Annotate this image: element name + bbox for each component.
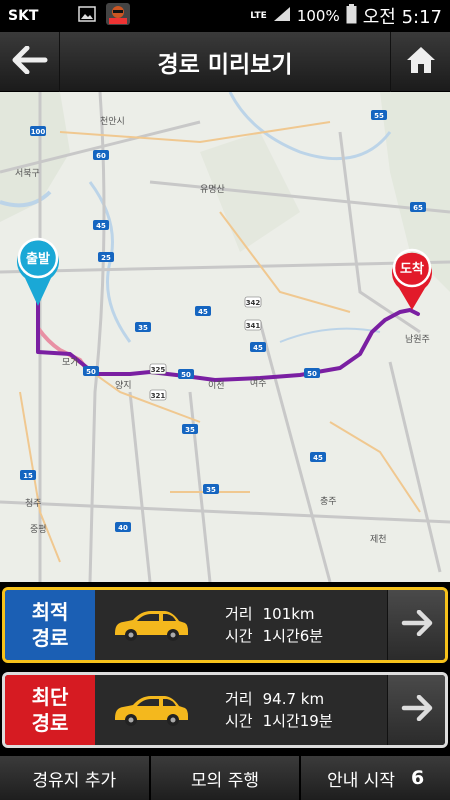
- svg-text:남원주: 남원주: [405, 334, 430, 345]
- distance-label: 거리: [225, 690, 253, 708]
- distance-label: 거리: [225, 605, 253, 623]
- svg-text:유명산: 유명산: [200, 184, 225, 195]
- end-pin-label: 도착: [400, 261, 424, 277]
- svg-text:청주: 청주: [25, 498, 42, 509]
- route-info: 거리 101km 시간 1시간6분: [205, 590, 387, 660]
- svg-text:제천: 제천: [370, 534, 387, 545]
- svg-text:중평: 중평: [30, 524, 47, 535]
- car-icon: [95, 590, 205, 660]
- time-value: 1시간19분: [262, 712, 333, 730]
- signal-icon: [273, 6, 291, 26]
- map-canvas: 100 60 45 45 35 55 50 50 35 35 45 40 15 …: [0, 92, 450, 582]
- svg-text:45: 45: [198, 308, 208, 316]
- svg-text:양지: 양지: [115, 380, 132, 391]
- svg-text:15: 15: [23, 472, 33, 480]
- avatar-icon: [106, 3, 131, 29]
- home-button[interactable]: [390, 31, 450, 92]
- svg-text:342: 342: [246, 299, 261, 307]
- svg-text:341: 341: [246, 322, 261, 330]
- battery-percent: 100%: [296, 7, 340, 25]
- gallery-icon: [78, 6, 97, 26]
- status-bar: SKT LTE 100% 오전 5:17: [0, 0, 450, 32]
- svg-text:325: 325: [151, 366, 166, 374]
- svg-text:45: 45: [313, 454, 323, 462]
- route-go-button-shortest[interactable]: [387, 675, 445, 745]
- arrow-right-icon: [401, 609, 433, 640]
- route-tag-line1: 최적: [31, 600, 69, 624]
- svg-text:100: 100: [31, 128, 46, 136]
- svg-text:45: 45: [96, 222, 106, 230]
- svg-text:충주: 충주: [320, 496, 337, 507]
- route-tag-shortest: 최단 경로: [5, 675, 95, 745]
- page-title: 경로 미리보기: [157, 51, 293, 78]
- svg-text:35: 35: [185, 426, 195, 434]
- title-bar: 경로 미리보기: [0, 31, 450, 92]
- route-tag-line1: 최단: [31, 685, 69, 709]
- battery-icon: [346, 4, 357, 28]
- svg-text:50: 50: [86, 368, 96, 376]
- carrier-label: SKT: [8, 8, 39, 24]
- start-guidance-button[interactable]: 안내 시작 6: [301, 756, 450, 800]
- start-pin-label: 출발: [26, 251, 50, 267]
- svg-text:321: 321: [151, 392, 166, 400]
- countdown-value: 6: [411, 767, 425, 789]
- svg-text:천안시: 천안시: [100, 116, 125, 127]
- simulate-drive-button[interactable]: 모의 주행: [150, 756, 300, 800]
- route-tag-optimal: 최적 경로: [5, 590, 95, 660]
- distance-value: 101km: [262, 605, 315, 623]
- time-label: 시간: [225, 627, 253, 645]
- add-waypoint-button[interactable]: 경유지 추가: [0, 756, 149, 800]
- svg-text:이천: 이천: [208, 380, 225, 391]
- bottom-action-bar: 경유지 추가 모의 주행 안내 시작 6: [0, 756, 450, 800]
- distance-value: 94.7 km: [262, 690, 325, 708]
- home-icon: [405, 45, 437, 79]
- route-tag-line2: 경로: [31, 711, 69, 735]
- svg-text:45: 45: [253, 344, 263, 352]
- arrow-left-icon: [12, 45, 48, 78]
- start-guidance-label: 안내 시작: [327, 770, 396, 791]
- route-tag-line2: 경로: [31, 626, 69, 650]
- svg-text:55: 55: [374, 112, 384, 120]
- route-info: 거리 94.7 km 시간 1시간19분: [205, 675, 387, 745]
- svg-text:여주: 여주: [250, 377, 267, 389]
- svg-text:25: 25: [101, 254, 111, 262]
- svg-text:50: 50: [307, 370, 317, 378]
- network-type: LTE: [250, 10, 267, 21]
- svg-text:40: 40: [118, 524, 128, 532]
- route-map[interactable]: 100 60 45 45 35 55 50 50 35 35 45 40 15 …: [0, 92, 450, 582]
- route-option-shortest[interactable]: 최단 경로 거리 94.7 km 시간 1시간19분: [2, 672, 448, 748]
- svg-text:60: 60: [96, 152, 106, 160]
- svg-text:35: 35: [138, 324, 148, 332]
- svg-text:모가: 모가: [62, 357, 79, 368]
- svg-text:35: 35: [206, 486, 216, 494]
- route-option-optimal[interactable]: 최적 경로 거리 101km 시간 1시간6분: [2, 587, 448, 663]
- svg-text:50: 50: [181, 371, 191, 379]
- svg-text:서북구: 서북구: [15, 168, 40, 179]
- svg-text:65: 65: [413, 204, 423, 212]
- time-label: 시간: [225, 712, 253, 730]
- car-icon: [95, 675, 205, 745]
- route-go-button-optimal[interactable]: [387, 590, 445, 660]
- clock: 오전 5:17: [362, 7, 442, 28]
- back-button[interactable]: [0, 31, 60, 92]
- arrow-right-icon: [401, 694, 433, 725]
- time-value: 1시간6분: [262, 627, 324, 645]
